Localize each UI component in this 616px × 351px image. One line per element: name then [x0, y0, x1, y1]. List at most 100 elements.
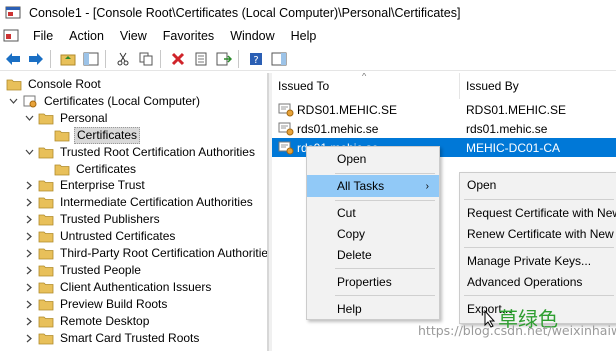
- tree-item[interactable]: Certificates (Local Computer): [8, 93, 202, 110]
- tree-item-label: Console Root: [28, 77, 101, 91]
- expanded-chevron-icon[interactable]: [24, 147, 34, 157]
- help-button[interactable]: ?: [246, 49, 266, 69]
- mmc-console-icon: [5, 6, 21, 19]
- properties-button[interactable]: [191, 49, 211, 69]
- menu-separator: [335, 173, 435, 174]
- certificate-row[interactable]: RDS01.MEHIC.SE RDS01.MEHIC.SE: [272, 100, 616, 119]
- copy-button[interactable]: [136, 49, 156, 69]
- delete-icon: [171, 52, 185, 65]
- collapsed-chevron-icon[interactable]: [24, 215, 34, 225]
- context-menu: Open All Tasks › Cut Copy Delete Propert…: [306, 146, 440, 320]
- tree-item[interactable]: Client Authentication Issuers: [24, 279, 213, 296]
- column-header-issued-to[interactable]: Issued To ^: [272, 73, 460, 99]
- svg-text:?: ?: [253, 55, 258, 66]
- menu-bar: File Action View Favorites Window Help: [0, 26, 616, 46]
- context-menu-cut[interactable]: Cut: [307, 202, 439, 224]
- menu-file[interactable]: File: [25, 26, 61, 46]
- up-one-level-button[interactable]: [58, 49, 78, 69]
- collapsed-chevron-icon[interactable]: [24, 282, 34, 292]
- tree-item[interactable]: Trusted Root Certification Authorities: [24, 144, 257, 161]
- menu-action[interactable]: Action: [61, 26, 112, 46]
- tree-item[interactable]: Trusted People: [24, 262, 143, 279]
- menu-item-label: Delete: [337, 248, 372, 262]
- title-bar: Console1 - [Console Root\Certificates (L…: [0, 0, 616, 26]
- collapsed-chevron-icon[interactable]: [24, 181, 34, 191]
- menu-item-label: Help: [337, 302, 362, 316]
- column-header-issued-by[interactable]: Issued By: [460, 73, 616, 99]
- context-menu-copy[interactable]: Copy: [307, 223, 439, 245]
- export-list-button[interactable]: [214, 49, 234, 69]
- folder-icon: [38, 248, 54, 260]
- collapsed-chevron-icon[interactable]: [24, 333, 34, 343]
- window-title: Console1 - [Console Root\Certificates (L…: [29, 6, 461, 20]
- folder-icon: [38, 316, 54, 327]
- tree-item[interactable]: Smart Card Trusted Roots: [24, 330, 201, 347]
- folder-icon: [38, 147, 54, 158]
- collapsed-chevron-icon[interactable]: [24, 299, 34, 309]
- context-menu-all-tasks[interactable]: All Tasks ›: [307, 175, 439, 197]
- tree-item-label: Trusted Publishers: [60, 212, 160, 227]
- menu-view[interactable]: View: [112, 26, 155, 46]
- context-menu-help[interactable]: Help: [307, 298, 439, 320]
- delete-button[interactable]: [168, 49, 188, 69]
- tree-item[interactable]: Remote Desktop: [24, 313, 151, 330]
- forward-button[interactable]: [26, 49, 46, 69]
- show-action-pane-icon: [271, 52, 287, 65]
- menu-item-label: Advanced Operations: [467, 275, 583, 289]
- expanded-chevron-icon[interactable]: [24, 113, 34, 123]
- issued-by-cell: MEHIC-DC01-CA: [466, 140, 561, 155]
- tree-item[interactable]: Intermediate Certification Authorities: [24, 194, 255, 211]
- submenu-advanced-operations[interactable]: Advanced Operations: [460, 271, 616, 293]
- toolbar: ?: [0, 47, 616, 71]
- collapsed-chevron-icon[interactable]: [24, 265, 34, 275]
- submenu-request-certificate-new-key[interactable]: Request Certificate with New Key...: [460, 202, 616, 224]
- expanded-chevron-icon[interactable]: [8, 96, 18, 106]
- show-hide-action-pane-button[interactable]: [269, 49, 289, 69]
- tree-item[interactable]: Certificates: [40, 126, 141, 144]
- tree-item[interactable]: Third-Party Root Certification Authoriti…: [24, 245, 267, 262]
- tree-item[interactable]: Personal: [24, 110, 109, 127]
- up-folder-icon: [60, 54, 76, 65]
- folder-icon: [38, 282, 54, 294]
- context-menu-delete[interactable]: Delete: [307, 244, 439, 266]
- console-root-icon: [6, 79, 22, 91]
- export-list-icon: [216, 52, 232, 65]
- cut-button[interactable]: [113, 49, 133, 69]
- tree-item[interactable]: Certificates: [40, 161, 138, 178]
- tree-item[interactable]: Trusted Publishers: [24, 211, 162, 228]
- submenu-renew-certificate-new-key[interactable]: Renew Certificate with New Key...: [460, 223, 616, 245]
- context-menu-properties[interactable]: Properties: [307, 271, 439, 293]
- submenu-open[interactable]: Open: [460, 174, 616, 196]
- context-menu-open[interactable]: Open: [307, 148, 439, 170]
- folder-icon: [54, 130, 70, 142]
- folder-icon: [54, 164, 70, 175]
- tree-item[interactable]: Untrusted Certificates: [24, 228, 177, 245]
- certificate-row[interactable]: rds01.mehic.se rds01.mehic.se: [272, 119, 616, 138]
- menu-help[interactable]: Help: [283, 26, 325, 46]
- tree-item-label: Certificates: [76, 161, 137, 176]
- folder-icon: [38, 265, 54, 277]
- tree-item[interactable]: Enterprise Trust: [24, 177, 147, 194]
- help-icon: ?: [250, 52, 262, 66]
- forward-arrow-icon: [29, 52, 43, 65]
- toolbar-separator: [160, 49, 161, 68]
- collapsed-chevron-icon[interactable]: [24, 198, 34, 208]
- collapsed-chevron-icon[interactable]: [24, 232, 34, 242]
- collapsed-chevron-icon[interactable]: [24, 249, 34, 259]
- system-menu-icon[interactable]: [3, 28, 19, 44]
- submenu-manage-private-keys[interactable]: Manage Private Keys...: [460, 250, 616, 272]
- tree-item[interactable]: Preview Build Roots: [24, 296, 169, 313]
- collapsed-chevron-icon[interactable]: [24, 316, 34, 326]
- folder-icon: [38, 197, 54, 209]
- menu-item-label: Properties: [337, 275, 392, 289]
- menu-window[interactable]: Window: [222, 26, 282, 46]
- tree-item-label: Smart Card Trusted Roots: [60, 330, 200, 345]
- show-hide-console-tree-button[interactable]: [81, 49, 101, 69]
- back-button[interactable]: [3, 49, 23, 69]
- console-tree-pane[interactable]: Console Root Certificates (Local Computer…: [0, 73, 268, 351]
- menu-item-label: Cut: [337, 206, 356, 220]
- tree-item[interactable]: Console Root: [6, 76, 103, 93]
- folder-icon: [38, 113, 54, 125]
- tree-item-label: Certificates: [74, 126, 141, 144]
- menu-favorites[interactable]: Favorites: [155, 26, 222, 46]
